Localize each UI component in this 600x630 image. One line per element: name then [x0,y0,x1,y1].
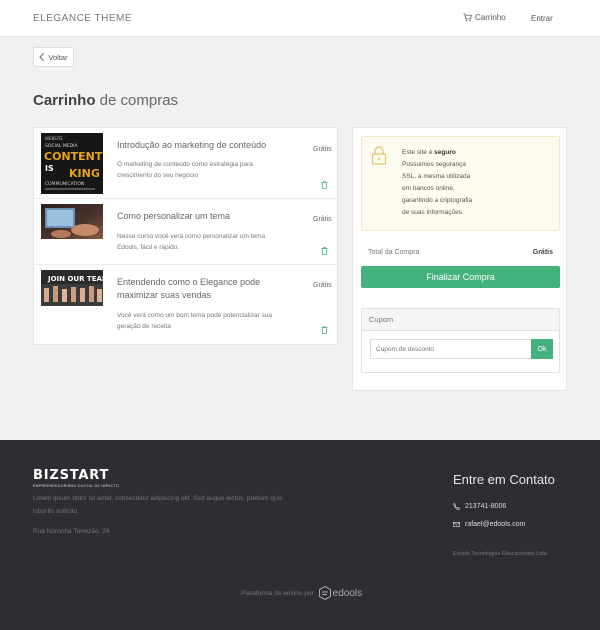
course-price: Grátis [313,216,332,223]
course-description: Você verá como um bom tema pode potencia… [117,312,273,330]
platform-label: Plataforma de ensino por [241,589,314,597]
trash-icon[interactable] [321,181,328,189]
phone-icon [453,503,460,510]
footer-logo: BIZSTART EMPREENDEDORISMO DIGITAL DE IMP… [33,468,119,488]
email-icon [453,522,460,527]
course-price: Grátis [313,282,332,289]
thumb-word: JOIN OUR TEAM [47,275,103,283]
top-navbar: ELEGANCE THEME Carrinho Entrar [0,0,600,37]
page-title-bold: Carrinho [33,92,96,109]
login-link[interactable]: Entrar [531,14,553,23]
coupon-title: Cupom [362,309,559,331]
company-name: Edools Tecnologias Educacionais Ltda [453,551,547,557]
cart-link[interactable]: Carrinho [463,13,506,22]
thumb-word: KING [69,167,100,180]
thumb-word: COMMUNICATION [45,181,84,187]
course-title[interactable]: Introdução ao marketing de conteúdo [117,139,287,152]
total-value: Grátis [532,249,553,256]
edools-logo[interactable]: edools [318,586,363,600]
edools-logo-icon [318,586,331,600]
cart-list: WEBSITE SOCIAL MEDIA CONTENT IS KING COM… [33,127,338,345]
trash-icon[interactable] [321,247,328,255]
thumb-word: CONTENT [44,150,103,163]
chevron-left-icon [39,53,45,61]
ssl-notice: Este site é seguro Possuimos segurança SS… [361,136,560,231]
ssl-text: Este site é seguro Possuimos segurança SS… [402,147,552,219]
ssl-line-bold: seguro [434,149,456,156]
cart-item: JOIN OUR TEAM Entendendo como o Elegance… [34,265,337,345]
cart-label: Carrinho [475,13,506,22]
contact-phone: 213741-8006 [453,503,506,510]
join-our-team-image: JOIN OUR TEAM [41,270,103,306]
course-thumbnail[interactable]: JOIN OUR TEAM [41,270,103,306]
logo-tagline: EMPREENDEDORISMO DIGITAL DE IMPACTO [33,484,120,488]
ssl-description: Possuimos segurança SSL, a mesma utiliza… [402,161,473,216]
thumb-word: IS [45,164,54,173]
logo-main: BIZSTART [33,468,110,483]
contact-email: rafael@edools.com [453,521,525,528]
platform-credit: Plataforma de ensino por edools [241,586,362,600]
cart-item: Como personalizar um tema Nesse curso vo… [34,199,337,265]
course-description: O marketing de conteúdo como estratégia … [117,161,253,179]
course-price: Grátis [313,146,332,153]
course-thumbnail[interactable]: WEBSITE SOCIAL MEDIA CONTENT IS KING COM… [41,133,103,194]
course-title[interactable]: Como personalizar um tema [117,210,287,223]
coupon-input[interactable] [370,339,531,359]
cart-icon [463,13,472,22]
page-title: Carrinho de compras [33,92,178,109]
thumb-word: WEBSITE [45,136,63,141]
lock-icon [371,146,387,165]
ssl-line-prefix: Este site é [402,149,435,156]
phone-number: 213741-8006 [465,503,507,510]
cart-item: WEBSITE SOCIAL MEDIA CONTENT IS KING COM… [34,128,337,199]
thumb-word: SOCIAL MEDIA [45,143,78,149]
laptop-hands-image [41,204,103,239]
coupon-box: Cupom Ok [361,308,560,373]
back-button[interactable]: Voltar [33,47,74,67]
checkout-button[interactable]: Finalizar Compra [361,266,560,288]
contact-title: Entre em Contato [453,472,555,487]
course-thumbnail[interactable] [41,204,103,239]
course-title[interactable]: Entendendo como o Elegance pode maximiza… [117,276,287,302]
coupon-ok-button[interactable]: Ok [531,339,553,359]
course-description: Nesse curso você verá como personalizar … [117,233,266,251]
brand-logo[interactable]: ELEGANCE THEME [33,13,132,24]
trash-icon[interactable] [321,326,328,334]
footer-address: Rua Noronha Torrezão, 24 [33,528,110,535]
footer-text: Lorem ipsum dolor sit amet, consectetur … [33,495,283,515]
order-summary: Este site é seguro Possuimos segurança SS… [352,127,567,391]
back-label: Voltar [48,52,68,62]
page-title-rest: de compras [95,92,179,109]
total-label: Total da Compra [368,249,420,256]
total-row: Total da Compra Grátis [368,249,553,256]
edools-logo-text: edools [332,587,363,599]
footer: BIZSTART EMPREENDEDORISMO DIGITAL DE IMP… [0,440,600,630]
email-address[interactable]: rafael@edools.com [465,521,525,528]
content-king-image: WEBSITE SOCIAL MEDIA CONTENT IS KING COM… [41,133,103,194]
